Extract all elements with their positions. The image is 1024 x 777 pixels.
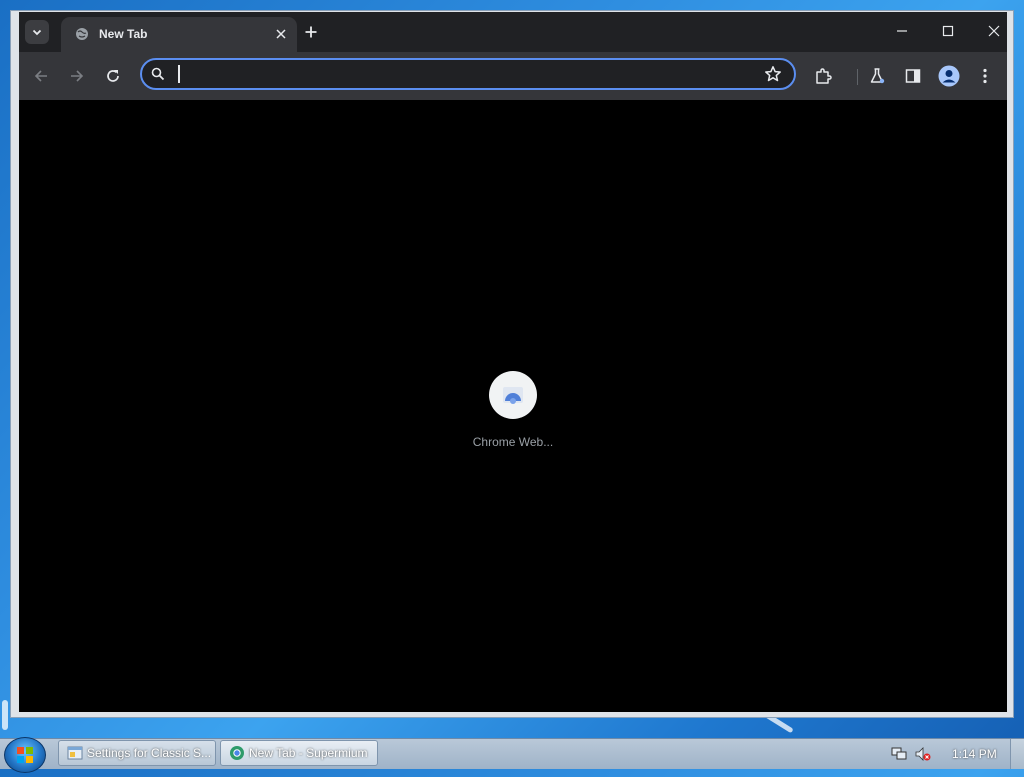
- windows-logo-icon: [17, 747, 33, 763]
- taskbar-button-settings[interactable]: Settings for Classic S...: [58, 740, 216, 766]
- search-icon: [151, 67, 165, 81]
- wallpaper-streak: [2, 700, 8, 730]
- browser-icon: [230, 746, 244, 760]
- close-icon: [276, 29, 286, 39]
- extensions-button[interactable]: [809, 62, 837, 90]
- person-icon: [938, 65, 960, 87]
- minimize-icon: [897, 30, 907, 32]
- text-cursor: [178, 65, 180, 83]
- arrow-right-icon: [71, 70, 84, 82]
- back-button[interactable]: [27, 62, 55, 90]
- star-icon[interactable]: [764, 65, 782, 83]
- page-content: Chrome Web...: [19, 100, 1007, 712]
- volume-muted-icon[interactable]: [915, 747, 931, 761]
- menu-button[interactable]: [971, 62, 999, 90]
- arrow-left-icon: [34, 70, 47, 82]
- taskbar: Settings for Classic S... New Tab - Supe…: [0, 737, 1024, 773]
- profile-button[interactable]: [935, 62, 963, 90]
- tab-close-button[interactable]: [271, 24, 291, 44]
- taskbar-button-browser[interactable]: New Tab - Supermium: [220, 740, 378, 766]
- maximize-button[interactable]: [933, 20, 963, 42]
- new-tab-button[interactable]: [301, 22, 321, 42]
- tab-search-button[interactable]: [25, 20, 49, 44]
- side-panel-button[interactable]: [899, 62, 927, 90]
- taskbar-button-label: New Tab - Supermium: [249, 746, 368, 760]
- shortcut-label: Chrome Web...: [472, 435, 554, 449]
- show-desktop-button[interactable]: [1010, 739, 1024, 769]
- browser-window: New Tab Chrome Web...: [10, 10, 1014, 718]
- settings-window-icon: [67, 746, 83, 760]
- flask-icon: [870, 68, 885, 84]
- puzzle-icon: [816, 68, 832, 84]
- toolbar: [19, 52, 1007, 100]
- maximize-icon: [942, 25, 954, 37]
- labs-button[interactable]: [863, 62, 891, 90]
- side-panel-icon: [905, 69, 921, 83]
- forward-button[interactable]: [63, 62, 91, 90]
- tab-new-tab[interactable]: New Tab: [61, 17, 297, 52]
- dots-vertical-icon: [983, 68, 987, 84]
- toolbar-divider: [857, 69, 858, 85]
- plus-icon: [305, 26, 317, 38]
- address-bar[interactable]: [140, 58, 796, 90]
- taskbar-clock[interactable]: 1:14 PM: [952, 747, 997, 761]
- tab-strip: New Tab: [19, 12, 1007, 52]
- close-icon: [988, 25, 1000, 37]
- shortcut-tile-chrome-web-store[interactable]: Chrome Web...: [468, 360, 558, 460]
- reload-button[interactable]: [99, 62, 127, 90]
- close-window-button[interactable]: [979, 20, 1009, 42]
- globe-icon: [76, 28, 88, 40]
- minimize-button[interactable]: [887, 20, 917, 42]
- browser-frame: New Tab: [19, 12, 1007, 100]
- address-input[interactable]: [178, 64, 762, 86]
- shortcut-icon-container: [489, 371, 537, 419]
- web-store-icon: [503, 387, 523, 404]
- network-icon[interactable]: [891, 747, 907, 761]
- chevron-down-icon: [32, 29, 42, 36]
- taskbar-button-label: Settings for Classic S...: [87, 746, 212, 760]
- reload-icon: [107, 70, 119, 82]
- tab-title: New Tab: [99, 27, 148, 41]
